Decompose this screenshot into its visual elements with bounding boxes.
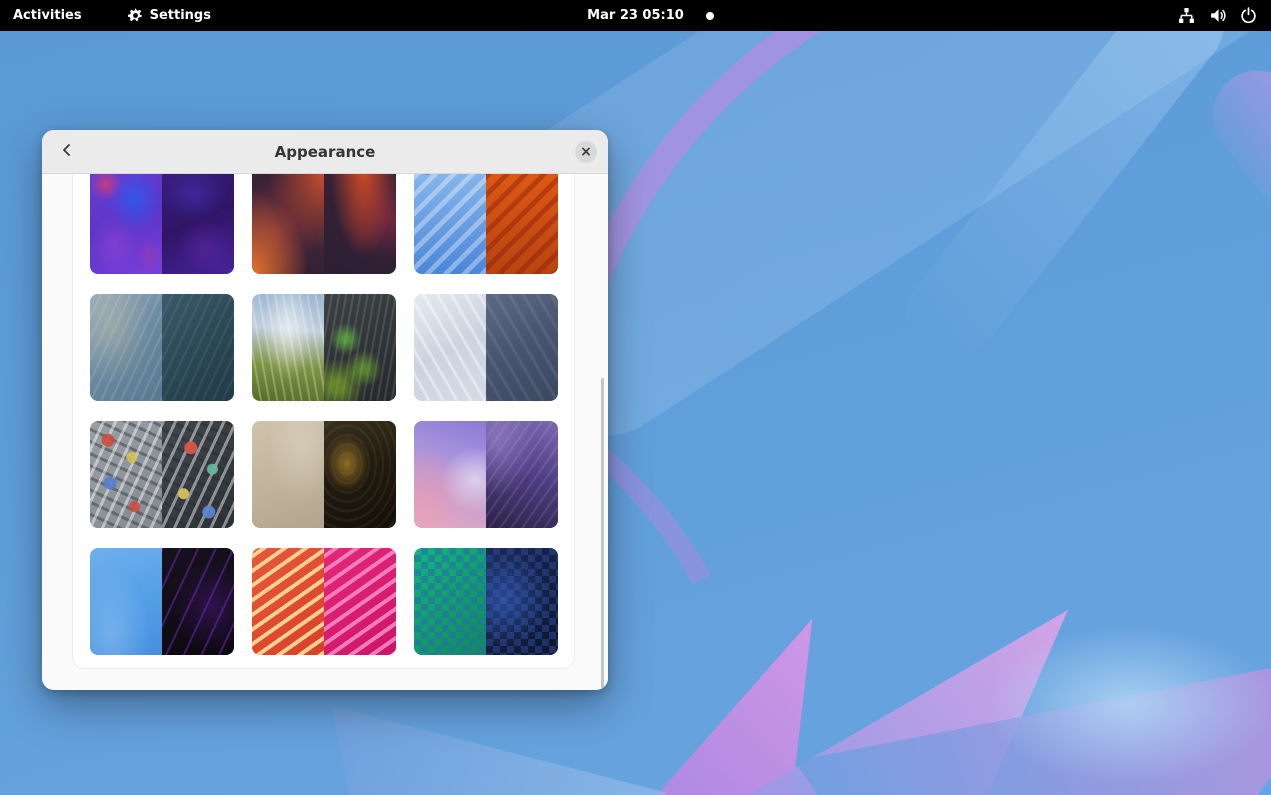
- network-wired-icon: [1178, 7, 1195, 24]
- wallpaper-thumbnail-icy[interactable]: [90, 294, 234, 401]
- wallpaper-thumbnail-feather[interactable]: [414, 294, 558, 401]
- system-menu-button[interactable]: [1164, 0, 1271, 31]
- wallpaper-thumbnail-mosaic[interactable]: [90, 421, 234, 528]
- close-button[interactable]: ×: [575, 141, 597, 163]
- wallpaper-card: [72, 174, 575, 669]
- top-bar: Activities Settings Mar 23 05:10: [0, 0, 1271, 31]
- scrollbar[interactable]: [601, 378, 604, 688]
- back-button[interactable]: [52, 137, 82, 167]
- wallpaper-thumbnail-checkers[interactable]: [414, 548, 558, 655]
- wallpaper-grid: [89, 174, 558, 655]
- status-dot: [706, 12, 714, 20]
- wallpaper-thumbnail-gold[interactable]: [252, 421, 396, 528]
- header-bar: Appearance ×: [42, 130, 608, 174]
- settings-window: Appearance ×: [42, 130, 608, 690]
- top-bar-right: [1164, 0, 1271, 31]
- close-icon: ×: [580, 145, 592, 159]
- volume-icon: [1209, 7, 1226, 24]
- wallpaper-thumbnail-pills[interactable]: [414, 174, 558, 274]
- gear-icon: [128, 8, 143, 23]
- top-bar-left: Activities Settings: [0, 0, 224, 31]
- chevron-left-icon: [60, 143, 74, 161]
- app-menu-button[interactable]: Settings: [115, 0, 224, 31]
- wallpaper-thumbnail-adw[interactable]: [90, 548, 234, 655]
- app-menu-label: Settings: [150, 8, 211, 23]
- clock-button[interactable]: Mar 23 05:10: [577, 0, 694, 31]
- activities-button[interactable]: Activities: [0, 0, 95, 31]
- power-icon: [1240, 7, 1257, 24]
- wallpaper-thumbnail-skycrystal[interactable]: [414, 421, 558, 528]
- wallpaper-thumbnail-crystal[interactable]: [252, 294, 396, 401]
- wallpaper-thumbnail-drool[interactable]: [252, 174, 396, 274]
- wallpaper-thumbnail-blobs[interactable]: [90, 174, 234, 274]
- wallpaper-thumbnail-clips[interactable]: [252, 548, 396, 655]
- window-title: Appearance: [275, 143, 376, 161]
- wallpaper-shape: [985, 625, 1271, 785]
- appearance-panel: [42, 174, 608, 689]
